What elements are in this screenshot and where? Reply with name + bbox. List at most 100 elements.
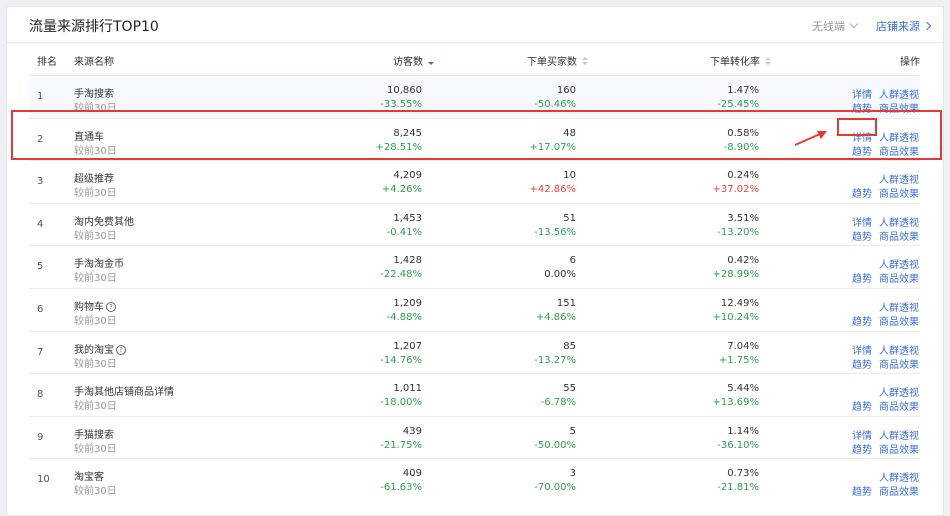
crowd-link[interactable]: 人群透视 xyxy=(879,86,919,101)
source-name: 手淘淘金币 xyxy=(74,259,124,271)
crowd-link[interactable]: 人群透视 xyxy=(879,469,919,484)
buyers-value: 3 xyxy=(569,468,576,480)
sort-icon[interactable] xyxy=(765,56,771,66)
detail-link[interactable]: 详情 xyxy=(852,214,872,229)
conversion-change: -36.10% xyxy=(717,439,759,451)
crowd-link[interactable]: 人群透视 xyxy=(879,384,919,399)
col-conversion[interactable]: 下单转化率 xyxy=(710,53,771,68)
crowd-link[interactable]: 人群透视 xyxy=(879,342,919,357)
conversion-change: -13.20% xyxy=(717,226,759,238)
conversion-change: +28.99% xyxy=(712,269,759,281)
goods-link[interactable]: 商品效果 xyxy=(879,270,919,285)
trend-link[interactable]: 趋势 xyxy=(852,228,872,243)
goods-link[interactable]: 商品效果 xyxy=(879,185,919,200)
visitors-change: +4.26% xyxy=(381,184,422,196)
rank-cell: 10 xyxy=(37,474,50,486)
conversion-change: -21.81% xyxy=(717,482,759,494)
goods-link[interactable]: 商品效果 xyxy=(879,313,919,328)
goods-link[interactable]: 商品效果 xyxy=(879,441,919,456)
crowd-link[interactable]: 人群透视 xyxy=(879,427,919,442)
col-actions: 操作 xyxy=(900,57,920,68)
detail-link[interactable]: 详情 xyxy=(852,427,872,442)
rank-cell: 8 xyxy=(37,389,44,401)
visitors-change: -0.41% xyxy=(386,226,422,238)
table-row: 10 淘宝客 较前30日 409 -61.63% 3 -70.00% 0.73%… xyxy=(29,459,920,502)
trend-link[interactable]: 趋势 xyxy=(852,270,872,285)
trend-link[interactable]: 趋势 xyxy=(852,441,872,456)
table-row: 6 购物车? 较前30日 1,209 -4.88% 151 +4.86% 12.… xyxy=(29,289,920,332)
trend-link[interactable]: 趋势 xyxy=(852,313,872,328)
compare-label: 较前30日 xyxy=(74,486,117,498)
col-rank: 排名 xyxy=(37,57,57,68)
visitors-value: 1,428 xyxy=(393,255,422,267)
table-row: 9 手猫搜索 较前30日 439 -21.75% 5 -50.00% 1.14%… xyxy=(29,417,920,460)
conversion-value: 1.14% xyxy=(727,425,759,437)
conversion-value: 1.47% xyxy=(727,85,759,96)
detail-link[interactable]: 详情 xyxy=(852,342,872,357)
goods-link[interactable]: 商品效果 xyxy=(879,228,919,243)
visitors-value: 1,207 xyxy=(393,340,422,352)
visitors-change: -21.75% xyxy=(380,439,422,451)
source-name: 超级推荐 xyxy=(74,174,114,186)
conversion-change: +13.69% xyxy=(712,397,759,409)
table-row: 8 手淘其他店铺商品详情 较前30日 1,011 -18.00% 55 -6.7… xyxy=(29,374,920,417)
col-buyers-label: 下单买家数 xyxy=(527,57,577,68)
store-source-link[interactable]: 店铺来源 xyxy=(876,18,932,34)
goods-link[interactable]: 商品效果 xyxy=(879,356,919,371)
compare-label: 较前30日 xyxy=(74,443,117,455)
crowd-link[interactable]: 人群透视 xyxy=(879,171,919,186)
goods-link[interactable]: 商品效果 xyxy=(879,483,919,498)
detail-link[interactable]: 详情 xyxy=(852,86,872,101)
source-name: 淘内免费其他 xyxy=(74,216,134,228)
trend-link[interactable]: 趋势 xyxy=(852,356,872,371)
table-row: 5 手淘淘金币 较前30日 1,428 -22.48% 6 0.00% 0.42… xyxy=(29,246,920,289)
visitors-change: -33.55% xyxy=(380,99,422,110)
source-name: 购物车? xyxy=(74,298,116,313)
help-icon[interactable]: ? xyxy=(116,344,126,355)
conversion-value: 0.24% xyxy=(727,170,759,182)
goods-link[interactable]: 商品效果 xyxy=(879,398,919,413)
source-name: 手猫搜索 xyxy=(74,429,114,441)
visitors-change: -4.88% xyxy=(386,311,422,323)
visitors-value: 409 xyxy=(402,468,422,480)
buyers-change: -50.00% xyxy=(534,439,576,451)
rank-cell: 1 xyxy=(37,91,44,102)
store-source-label: 店铺来源 xyxy=(876,20,920,33)
traffic-source-card: 流量来源排行TOP10 无线端 店铺来源 排名 来源名称 访客数 下单买家数 下… xyxy=(6,6,944,516)
buyers-value: 10 xyxy=(563,170,576,182)
sort-icon[interactable] xyxy=(582,56,588,66)
crowd-link[interactable]: 人群透视 xyxy=(879,214,919,229)
highlight-detail-box xyxy=(837,118,877,136)
col-buyers[interactable]: 下单买家数 xyxy=(527,53,588,68)
crowd-link[interactable]: 人群透视 xyxy=(879,299,919,314)
crowd-link[interactable]: 人群透视 xyxy=(879,256,919,271)
buyers-value: 5 xyxy=(569,425,576,437)
rank-cell: 5 xyxy=(37,261,44,273)
buyers-value: 151 xyxy=(556,297,576,309)
source-name: 手淘搜索 xyxy=(74,89,114,100)
trend-link[interactable]: 趋势 xyxy=(852,483,872,498)
buyers-change: -13.27% xyxy=(534,354,576,366)
platform-select[interactable]: 无线端 xyxy=(812,18,859,34)
conversion-value: 5.44% xyxy=(727,383,759,395)
source-name: 我的淘宝? xyxy=(74,341,126,356)
conversion-change: -25.45% xyxy=(717,99,759,110)
help-icon[interactable]: ? xyxy=(106,301,116,312)
chevron-right-icon xyxy=(922,21,932,31)
card-header: 流量来源排行TOP10 无线端 店铺来源 xyxy=(7,7,943,43)
conversion-value: 0.73% xyxy=(727,468,759,480)
trend-link[interactable]: 趋势 xyxy=(852,185,872,200)
buyers-change: +42.86% xyxy=(529,184,576,196)
conversion-change: +10.24% xyxy=(712,311,759,323)
rank-cell: 3 xyxy=(37,176,44,188)
buyers-change: -50.46% xyxy=(534,99,576,110)
sort-icon[interactable] xyxy=(428,57,434,66)
col-visitors[interactable]: 访客数 xyxy=(393,53,434,68)
col-visitors-label: 访客数 xyxy=(393,57,423,68)
conversion-value: 12.49% xyxy=(720,297,759,309)
conversion-change: +1.75% xyxy=(718,354,759,366)
rank-cell: 6 xyxy=(37,303,44,315)
trend-link[interactable]: 趋势 xyxy=(852,398,872,413)
visitors-value: 439 xyxy=(402,425,422,437)
table-row: 3 超级推荐 较前30日 4,209 +4.26% 10 +42.86% 0.2… xyxy=(29,161,920,204)
